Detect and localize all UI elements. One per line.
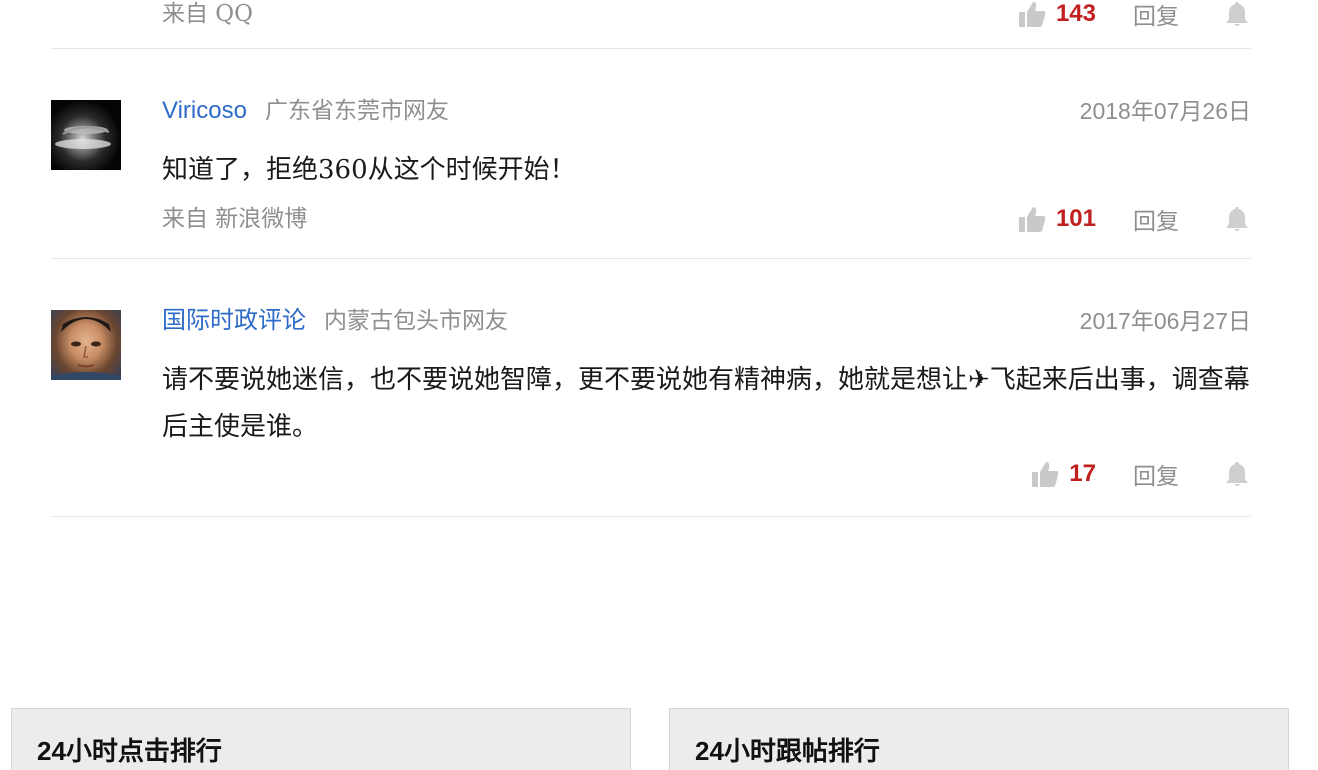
comment-actions: 17 回复 [1031, 458, 1251, 490]
avatar[interactable] [51, 310, 121, 380]
comment-header: 国际时政评论 内蒙古包头市网友 [162, 307, 508, 335]
reply-button[interactable]: 回复 [1133, 0, 1179, 31]
comment-page: 来自 QQ 143 回复 Viricoso 广东省东莞市网友 2018年07月26… [0, 0, 1318, 770]
comment-item: 国际时政评论 内蒙古包头市网友 2017年06月27日 请不要说她迷信，也不要说她… [51, 259, 1251, 517]
comment-date: 2017年06月27日 [1079, 308, 1251, 334]
comment-source: 来自 QQ [162, 1, 254, 27]
reply-button[interactable]: 回复 [1133, 457, 1179, 491]
username-link[interactable]: Viricoso [162, 97, 247, 124]
comment-header: Viricoso 广东省东莞市网友 [162, 97, 449, 125]
clicks-ranking-panel: 24小时点击排行 [11, 708, 631, 770]
comment-actions: 143 回复 [1018, 0, 1251, 30]
avatar[interactable] [51, 100, 121, 170]
user-location: 内蒙古包头市网友 [324, 308, 508, 334]
thumbs-up-icon[interactable] [1018, 0, 1046, 28]
user-location: 广东省东莞市网友 [264, 98, 449, 124]
comment-item: 来自 QQ 143 回复 [51, 0, 1251, 49]
comment-date: 2018年07月26日 [1079, 98, 1251, 124]
thumbs-up-icon[interactable] [1031, 460, 1059, 488]
comment-actions: 101 回复 [1018, 203, 1251, 235]
bell-icon[interactable] [1223, 205, 1251, 233]
comments-ranking-title: 24小时跟帖排行 [695, 736, 880, 766]
comment-list: 来自 QQ 143 回复 Viricoso 广东省东莞市网友 2018年07月26… [51, 0, 1251, 517]
like-count[interactable]: 143 [1056, 0, 1096, 28]
clicks-ranking-title: 24小时点击排行 [37, 736, 222, 766]
username-link[interactable]: 国际时政评论 [162, 307, 306, 334]
comment-text: 请不要说她迷信，也不要说她智障，更不要说她有精神病，她就是想让✈飞起来后出事，调… [162, 365, 1250, 442]
bell-icon[interactable] [1223, 460, 1251, 488]
like-count[interactable]: 101 [1056, 205, 1096, 233]
bell-icon[interactable] [1223, 0, 1251, 28]
thumbs-up-icon[interactable] [1018, 205, 1046, 233]
like-count[interactable]: 17 [1069, 460, 1096, 488]
comment-text: 知道了，拒绝360从这个时候开始！ [162, 155, 576, 185]
comment-source: 来自 新浪微博 [162, 206, 308, 232]
comments-ranking-panel: 24小时跟帖排行 [669, 708, 1289, 770]
comment-item: Viricoso 广东省东莞市网友 2018年07月26日 知道了，拒绝360从这… [51, 49, 1251, 259]
reply-button[interactable]: 回复 [1133, 202, 1179, 236]
